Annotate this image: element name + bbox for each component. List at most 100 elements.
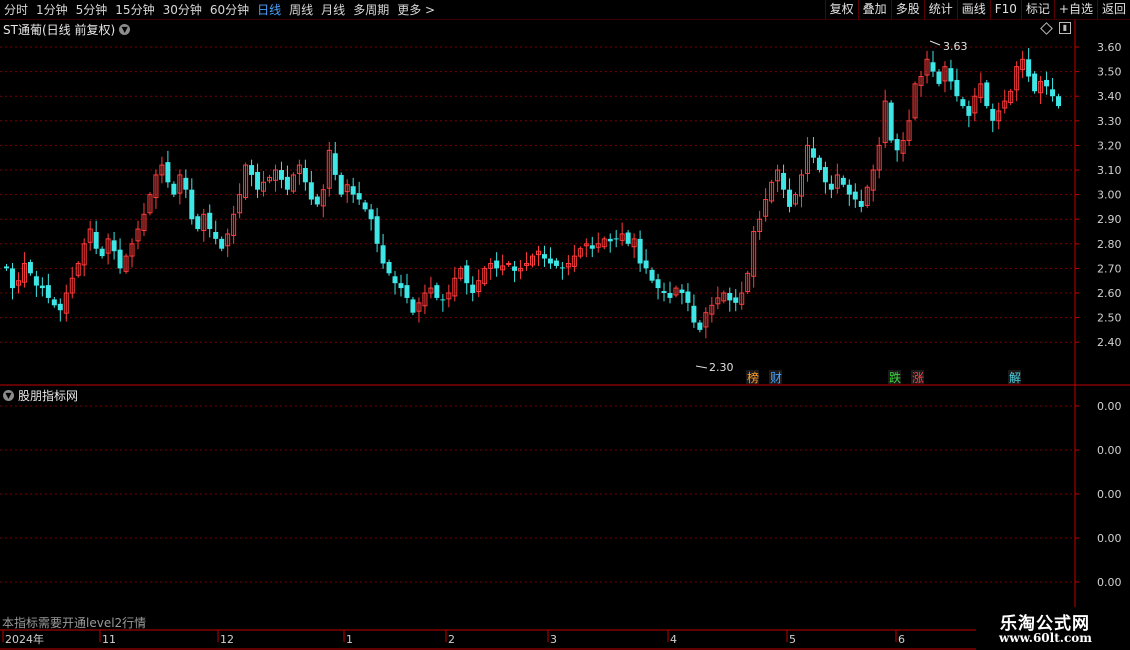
candle-body: [255, 171, 261, 190]
candle-body: [494, 260, 500, 269]
candle-body: [51, 299, 57, 306]
time-label: 11: [102, 633, 116, 646]
time-label: 1: [346, 633, 353, 646]
time-label: 12: [220, 633, 234, 646]
candle-body: [852, 191, 858, 200]
candle-body: [1026, 59, 1032, 77]
candle-body: [368, 209, 374, 220]
price-tick-label: 2.40: [1097, 336, 1122, 349]
candle-body: [308, 182, 314, 200]
candle-body: [553, 260, 559, 266]
candle-body: [117, 249, 123, 269]
candle-body: [613, 238, 619, 240]
candle-body: [33, 276, 39, 286]
candle-body: [314, 196, 320, 205]
price-tick-label: 3.50: [1097, 66, 1122, 79]
candle-body: [1044, 79, 1050, 87]
indicator-tick-label: 0.00: [1097, 444, 1122, 457]
candle-body: [810, 148, 816, 158]
candle-body: [302, 168, 308, 183]
candle-body: [828, 183, 834, 190]
candle-body: [512, 266, 518, 271]
candle-body: [1056, 96, 1062, 107]
time-label: 6: [898, 633, 905, 646]
price-tick-label: 2.50: [1097, 312, 1122, 325]
candle-body: [249, 165, 255, 175]
price-tick-label: 2.90: [1097, 213, 1122, 226]
candle-body: [171, 183, 177, 195]
candle-body: [607, 238, 613, 242]
candle-body: [392, 276, 398, 284]
candle-body: [1050, 89, 1056, 97]
time-label: 5: [789, 633, 796, 646]
high-marker: [929, 40, 941, 46]
event-marker-2: 跌: [889, 370, 901, 385]
candle-body: [679, 289, 685, 293]
event-marker-4: 解: [1009, 371, 1021, 385]
candle-body: [697, 322, 703, 330]
candle-body: [589, 245, 595, 249]
candle-body: [9, 268, 15, 289]
candle-body: [655, 279, 661, 289]
indicator-tick-label: 0.00: [1097, 576, 1122, 589]
candle-body: [547, 258, 553, 264]
candle-body: [350, 186, 356, 195]
candle-body: [667, 293, 673, 298]
low-marker: [695, 365, 708, 369]
candle-body: [541, 254, 547, 259]
candle-body: [733, 297, 739, 303]
candle-body: [506, 262, 512, 265]
price-tick-label: 3.60: [1097, 41, 1122, 54]
low-label: 2.30: [709, 361, 734, 374]
candle-body: [930, 62, 936, 72]
candle-body: [966, 106, 972, 116]
candle-body: [27, 262, 33, 274]
candle-body: [894, 139, 900, 151]
price-tick-label: 2.80: [1097, 238, 1122, 251]
candle-body: [691, 305, 697, 323]
price-tick-label: 3.20: [1097, 139, 1122, 152]
candle-body: [846, 184, 852, 195]
candle-body: [195, 216, 201, 230]
candle-body: [410, 299, 416, 313]
site-logo: 乐淘公式网 www.60lt.com: [976, 607, 1130, 650]
candle-body: [822, 167, 828, 183]
high-label: 3.63: [943, 40, 968, 53]
candle-body: [57, 303, 63, 311]
candle-body: [189, 189, 195, 220]
candle-body: [470, 284, 476, 293]
time-label: 4: [670, 633, 677, 646]
candle-body: [380, 245, 386, 264]
candle-body: [165, 162, 171, 183]
candle-body: [374, 216, 380, 244]
candle-body: [356, 193, 362, 200]
candle-body: [398, 283, 404, 289]
candle-body: [637, 238, 643, 264]
candle-body: [858, 200, 864, 207]
logo-url: www.60lt.com: [999, 631, 1092, 645]
candle-body: [93, 231, 99, 249]
candle-body: [386, 262, 392, 274]
candle-body: [840, 177, 846, 185]
candle-body: [284, 176, 290, 190]
indicator-tick-label: 0.00: [1097, 400, 1122, 413]
candle-body: [954, 79, 960, 97]
price-tick-label: 3.30: [1097, 115, 1122, 128]
candle-body: [45, 285, 51, 298]
candle-body: [1032, 73, 1038, 92]
candle-body: [464, 265, 470, 284]
candle-body: [984, 82, 990, 107]
candle-body: [661, 291, 667, 293]
candle-body: [219, 238, 225, 249]
candle-body: [990, 108, 996, 121]
candle-body: [183, 177, 189, 190]
candle-body: [338, 174, 344, 195]
candle-body: [213, 231, 219, 239]
candlestick-chart[interactable]: 3.60 3.50 3.40 3.30 3.20 3.10 3.00 2.90 2.80 2.70…: [0, 0, 1130, 650]
candle-body: [948, 68, 954, 82]
price-tick-label: 3.40: [1097, 90, 1122, 103]
candle-body: [207, 212, 213, 230]
indicator-tick-label: 0.00: [1097, 488, 1122, 501]
time-label: 3: [550, 633, 557, 646]
candle-body: [685, 291, 691, 303]
